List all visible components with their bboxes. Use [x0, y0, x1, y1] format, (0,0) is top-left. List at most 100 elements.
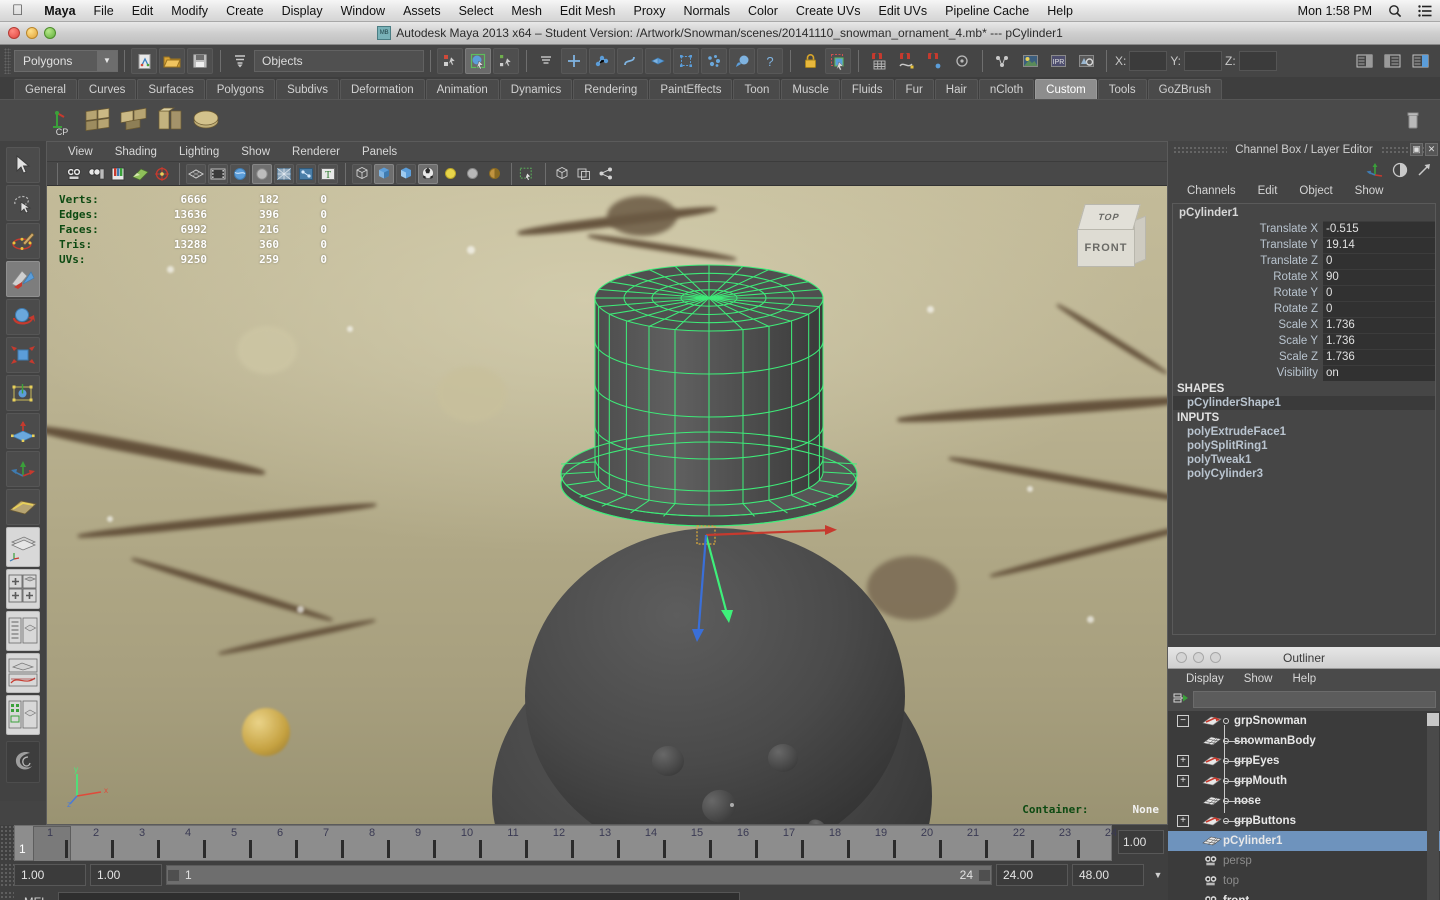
os-menu-select[interactable]: Select	[450, 0, 503, 22]
os-menu-modify[interactable]: Modify	[162, 0, 217, 22]
use-all-lights-icon[interactable]	[462, 164, 482, 184]
snap-to-point-icon[interactable]	[921, 48, 947, 74]
soft-modification-tool[interactable]	[6, 413, 40, 449]
rendering-mask-icon[interactable]	[729, 48, 755, 74]
move-tool[interactable]	[6, 261, 40, 297]
channel-box-menu-show[interactable]: Show	[1344, 185, 1395, 197]
attribute-row-rotate-y[interactable]: Rotate Y 0	[1173, 285, 1435, 301]
film-gate-icon[interactable]	[208, 163, 228, 184]
viewport-menu-view[interactable]: View	[57, 146, 104, 158]
apple-logo-icon[interactable]: 	[12, 3, 23, 18]
last-tool-used[interactable]	[6, 489, 40, 525]
coord-z-input[interactable]	[1238, 51, 1277, 71]
maya-paint-icon[interactable]	[6, 741, 40, 783]
list-icon[interactable]	[1410, 4, 1440, 17]
smooth-shade-all-icon[interactable]	[374, 163, 394, 184]
shelf-tab-general[interactable]: General	[14, 79, 77, 99]
twopoint-icon[interactable]	[152, 164, 172, 184]
playback-end-time-field[interactable]: 24.00	[996, 864, 1068, 886]
universal-manipulator-tool[interactable]	[6, 375, 40, 411]
shelf-tab-painteffects[interactable]: PaintEffects	[649, 79, 733, 99]
shelf-tab-surfaces[interactable]: Surfaces	[137, 79, 205, 99]
bookmarks-icon[interactable]	[108, 164, 128, 184]
os-menu-edit[interactable]: Edit	[123, 0, 163, 22]
lock-icon[interactable]	[797, 48, 823, 74]
select-by-hierarchy-icon[interactable]	[437, 48, 463, 74]
hypershade-persp-layout[interactable]	[6, 695, 40, 735]
resolution-gate-icon[interactable]	[230, 163, 250, 184]
camera-attributes-icon[interactable]	[86, 164, 106, 184]
shelf-tab-fur[interactable]: Fur	[894, 79, 934, 99]
select-tool[interactable]	[6, 147, 40, 183]
save-scene-icon[interactable]	[187, 48, 213, 74]
time-slider-grip[interactable]	[0, 825, 14, 861]
xray-mode-icon[interactable]	[552, 164, 572, 184]
viewport-3d-canvas[interactable]: Verts: 6666 182 0 Edges: 13636 396 0 Fac…	[47, 186, 1167, 824]
shelf-tab-deformation[interactable]: Deformation	[339, 79, 425, 99]
expander-plus-icon[interactable]: +	[1177, 755, 1189, 767]
shelf-tab-curves[interactable]: Curves	[77, 79, 137, 99]
expander-minus-icon[interactable]: −	[1177, 715, 1189, 727]
coord-y-input[interactable]	[1184, 51, 1223, 71]
handles-mask-icon[interactable]	[561, 48, 587, 74]
wireframe-icon[interactable]	[352, 163, 372, 184]
xray-joints-icon[interactable]	[296, 163, 316, 184]
range-slider-right-handle[interactable]	[978, 868, 991, 882]
expander-plus-icon[interactable]: +	[1177, 775, 1189, 787]
search-icon[interactable]	[1380, 4, 1410, 18]
shelf-tab-subdivs[interactable]: Subdivs	[276, 79, 339, 99]
minimize-button[interactable]	[26, 27, 38, 39]
command-line-grip[interactable]	[0, 891, 14, 900]
render-settings-icon[interactable]	[1073, 48, 1099, 74]
shelf-tile-4-icon[interactable]	[190, 104, 223, 137]
tool-settings-icon[interactable]	[1379, 48, 1405, 74]
shadows-icon[interactable]	[484, 164, 504, 184]
outliner-row-grpeyes[interactable]: + grpEyes	[1168, 751, 1440, 771]
component-mask-collapse-icon[interactable]	[533, 48, 559, 74]
shelf-tab-hair[interactable]: Hair	[934, 79, 978, 99]
select-camera-icon[interactable]	[64, 164, 84, 184]
half-circle-icon[interactable]	[1392, 162, 1408, 178]
attribute-editor-icon[interactable]	[1351, 48, 1377, 74]
joints-mask-icon[interactable]	[589, 48, 615, 74]
select-by-object-type-icon[interactable]	[465, 48, 491, 74]
shelf-tab-muscle[interactable]: Muscle	[781, 79, 840, 99]
panel-grip-left[interactable]	[1173, 145, 1228, 155]
wireframe-shaded-icon[interactable]	[186, 163, 206, 184]
select-by-component-type-icon[interactable]	[493, 48, 519, 74]
show-manipulator-tool[interactable]	[6, 451, 40, 487]
dynamics-mask-icon[interactable]	[701, 48, 727, 74]
range-slider-grip[interactable]	[0, 863, 14, 887]
channel-box-menu-channels[interactable]: Channels	[1176, 185, 1247, 197]
outliner-menu-display[interactable]: Display	[1176, 673, 1234, 685]
playback-speed-field[interactable]: 1.00	[1118, 830, 1164, 854]
undock-panel-icon[interactable]: ▣	[1410, 143, 1423, 156]
attribute-row-scale-y[interactable]: Scale Y 1.736	[1173, 333, 1435, 349]
outliner-close-button[interactable]	[1176, 652, 1187, 663]
xray-active-components-icon[interactable]	[574, 164, 594, 184]
os-menu-proxy[interactable]: Proxy	[625, 0, 675, 22]
smooth-shade-selected-icon[interactable]	[396, 163, 416, 184]
isolate-select-icon[interactable]	[518, 164, 538, 184]
persp-graph-layout[interactable]	[6, 653, 40, 693]
os-menu-pipeline-cache[interactable]: Pipeline Cache	[936, 0, 1038, 22]
viewport-menu-renderer[interactable]: Renderer	[281, 146, 351, 158]
playback-start-time-field[interactable]: 1.00	[90, 864, 162, 886]
channel-box-input-polytweak1[interactable]: polyTweak1	[1173, 453, 1435, 467]
attribute-value[interactable]: 0	[1323, 253, 1435, 269]
viewport-menu-show[interactable]: Show	[230, 146, 281, 158]
view-cube-side-face[interactable]	[1134, 215, 1146, 265]
view-cube[interactable]: TOP FRONT	[1071, 198, 1149, 276]
shelf-tab-ncloth[interactable]: nCloth	[978, 79, 1035, 99]
animation-end-time-field[interactable]: 48.00	[1072, 864, 1144, 886]
exposure-icon[interactable]	[596, 164, 616, 184]
attribute-value[interactable]: on	[1323, 365, 1435, 381]
shelf-tab-tools[interactable]: Tools	[1097, 79, 1147, 99]
chevron-down-icon[interactable]: ▼	[1148, 870, 1168, 880]
attribute-value[interactable]: 1.736	[1323, 317, 1435, 333]
outliner-filter-icon[interactable]	[1172, 691, 1189, 708]
animation-start-time-field[interactable]: 1.00	[14, 864, 86, 886]
shelf-tab-dynamics[interactable]: Dynamics	[499, 79, 573, 99]
undo-icon[interactable]	[227, 48, 253, 74]
os-menu-assets[interactable]: Assets	[394, 0, 450, 22]
